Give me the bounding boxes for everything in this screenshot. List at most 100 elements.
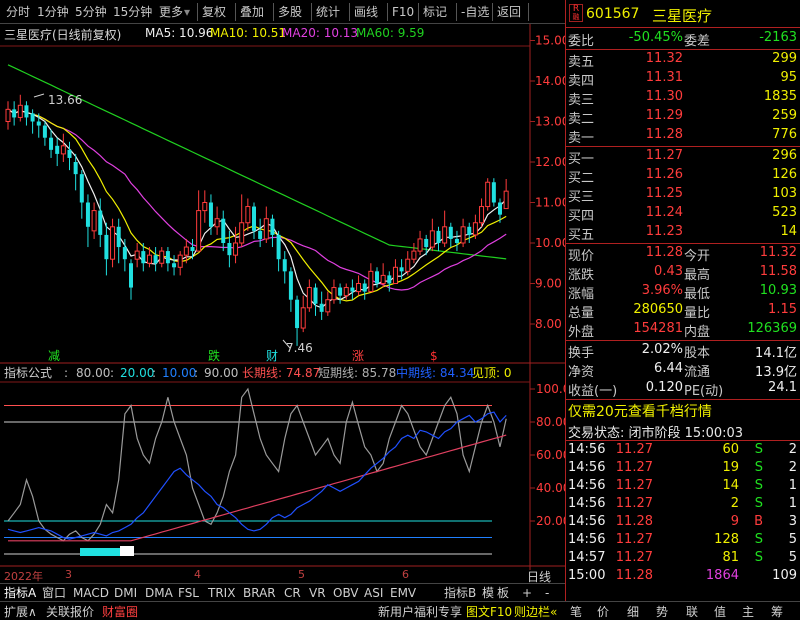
tick-price: 11.27	[615, 550, 653, 565]
bid-row: 买三 11.25 103	[568, 186, 797, 205]
candle-body-up	[392, 266, 398, 284]
candle-body-down	[295, 299, 300, 329]
tab-vr[interactable]: VR	[309, 585, 326, 601]
tab-brar[interactable]: BRAR	[243, 585, 276, 601]
indicator-tabs: 指标A 窗口 MACD DMI DMA FSL TRIX BRAR CR VR …	[0, 583, 565, 601]
tab-window[interactable]: 窗口	[42, 585, 66, 601]
candle-body-down	[153, 255, 158, 264]
ask-price: 11.29	[645, 108, 683, 123]
date-tick: 4	[194, 568, 201, 581]
add-indicator-button[interactable]: +	[522, 585, 532, 601]
tab-trend[interactable]: 势	[656, 604, 668, 620]
candle-body-down	[67, 149, 72, 158]
tab-fsl[interactable]: FSL	[178, 585, 199, 601]
tab-indicator-b[interactable]: 指标B	[444, 585, 476, 601]
tab-main[interactable]: 主	[742, 604, 754, 620]
tab-5min[interactable]: 5分钟	[75, 3, 107, 21]
tab-trix[interactable]: TRIX	[208, 585, 235, 601]
event-marker-rise: 涨	[352, 348, 364, 363]
period-toolbar: 分时 1分钟 5分钟 15分钟 更多 ▾ 复权 叠加 多股 统计 画线 F10 …	[0, 0, 565, 24]
bid-price: 11.25	[645, 186, 683, 201]
tab-chips[interactable]: 筹	[771, 604, 783, 620]
overlay-button[interactable]: 叠加	[240, 3, 264, 21]
tab-board[interactable]: 板	[497, 585, 509, 601]
multi-stock-button[interactable]: 多股	[278, 3, 302, 21]
date-axis: 2022年 3 4 5 6 日线	[0, 568, 565, 584]
mark-button[interactable]: 标记	[423, 3, 447, 21]
restore-button[interactable]: 复权	[202, 3, 226, 21]
tick-volume: 2	[730, 496, 739, 511]
candle-body-down	[282, 259, 287, 272]
date-tick: 3	[65, 568, 72, 581]
back-button[interactable]: 返回	[497, 3, 521, 21]
tick-count: 5	[788, 550, 797, 565]
candle-body-up	[214, 218, 220, 228]
tab-dma[interactable]: DMA	[145, 585, 173, 601]
candle-body-down	[190, 247, 195, 252]
tab-15min[interactable]: 15分钟	[113, 3, 152, 21]
candle-body-up	[479, 206, 485, 224]
related-quotes-button[interactable]: 关联报价	[46, 604, 94, 620]
sidebar-toggle-button[interactable]: 则边栏«	[514, 604, 557, 620]
bid-row: 买四 11.24 523	[568, 205, 797, 224]
stats-button[interactable]: 统计	[316, 3, 340, 21]
tab-macd[interactable]: MACD	[73, 585, 109, 601]
margin-badge: R融	[569, 4, 583, 22]
tick-side: S	[754, 478, 763, 493]
candle-body-up	[177, 254, 183, 268]
tab-ticks[interactable]: 笔	[570, 604, 582, 620]
price-tick-label: 13.00	[535, 115, 565, 129]
tab-linked[interactable]: 联	[686, 604, 698, 620]
f10-graphic-button[interactable]: 图文F10	[466, 604, 512, 620]
order-diff-value: -2163	[759, 30, 797, 45]
bid-volume: 296	[772, 148, 797, 163]
order-ratio-row: 委比 -50.45% 委差 -2163	[568, 30, 797, 49]
bid-volume: 523	[772, 205, 797, 220]
candle-body-up	[356, 283, 362, 293]
candle-body-up	[263, 218, 269, 240]
fund-row: 收益(一) 0.120 PE(动) 24.1	[568, 380, 797, 399]
candle-body-up	[110, 226, 116, 260]
remove-indicator-button[interactable]: -	[545, 585, 549, 601]
candle-body-up	[134, 250, 140, 260]
candle-body-up	[245, 206, 251, 224]
status-bar: 扩展∧ 关联报价 财富圈 新用户福利专享 图文F10 则边栏« 笔 价 细 势 …	[0, 601, 800, 620]
indicator-tick-label: 40.00	[536, 481, 565, 495]
chevron-down-icon[interactable]: ▾	[184, 3, 190, 21]
candle-body-down	[436, 230, 441, 243]
event-marker-reduce: 减	[48, 349, 60, 363]
candle-body-down	[122, 247, 127, 260]
tab-dmi[interactable]: DMI	[114, 585, 137, 601]
indicator-tick-label: 100.0	[536, 382, 565, 396]
tab-price[interactable]: 价	[597, 604, 609, 620]
tab-detail[interactable]: 细	[627, 604, 639, 620]
tab-indicator-a[interactable]: 指标A	[4, 585, 36, 601]
tab-template[interactable]: 模	[482, 585, 494, 601]
tab-obv[interactable]: OBV	[333, 585, 359, 601]
promo-link[interactable]: 仅需20元查看千档行情	[568, 401, 712, 421]
tab-more[interactable]: 更多	[159, 3, 183, 21]
expand-button[interactable]: 扩展∧	[4, 604, 37, 620]
remove-watchlist-button[interactable]: -自选	[461, 3, 489, 21]
tick-side: S	[754, 496, 763, 511]
candle-body-down	[49, 137, 54, 150]
bid-price: 11.24	[645, 205, 683, 220]
candle-body-up	[91, 210, 97, 232]
f10-button[interactable]: F10	[392, 3, 414, 21]
wealth-circle-button[interactable]: 财富圈	[102, 604, 138, 620]
indicator-tick-label: 80.00	[536, 415, 565, 429]
indicator-tick-label: 60.00	[536, 448, 565, 462]
draw-line-button[interactable]: 画线	[354, 3, 378, 21]
tab-1min[interactable]: 1分钟	[37, 3, 69, 21]
tab-emv[interactable]: EMV	[390, 585, 416, 601]
tab-cr[interactable]: CR	[284, 585, 301, 601]
tab-intraday[interactable]: 分时	[6, 3, 30, 21]
candle-body-up	[331, 287, 337, 301]
trade-status: 交易状态: 闭市阶段 15:00:03	[568, 426, 744, 441]
candle-body-down	[276, 234, 281, 260]
bid-price: 11.23	[645, 224, 683, 239]
tab-asi[interactable]: ASI	[364, 585, 383, 601]
tab-value[interactable]: 值	[714, 604, 726, 620]
kline-chart[interactable]: 15.00 14.00 13.00 12.00 11.00 10.00 9.00 8.00 1…	[0, 24, 565, 570]
new-user-benefit-link[interactable]: 新用户福利专享	[378, 604, 462, 620]
